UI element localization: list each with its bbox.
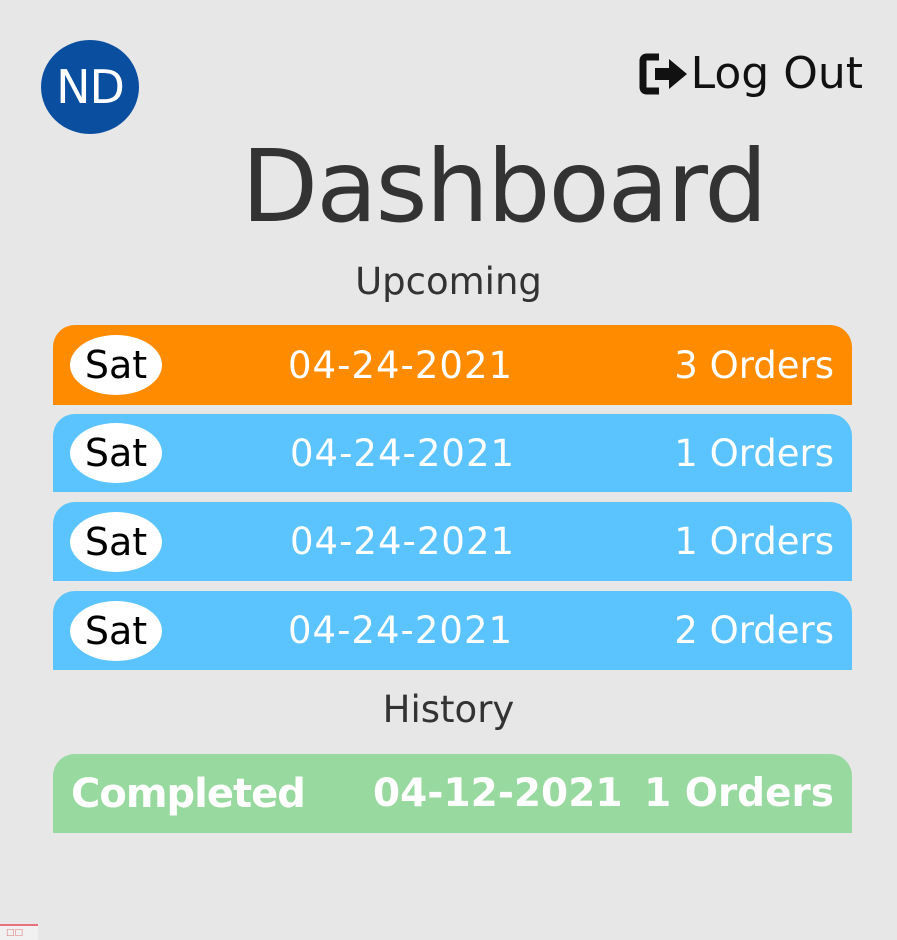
broken-image-icon: □□ <box>0 924 38 940</box>
dashboard-page: ND Log Out Dashboard Upcoming Sat 04-24-… <box>0 0 897 940</box>
avatar-initials: ND <box>56 60 125 114</box>
upcoming-order-row[interactable]: Sat 04-24-2021 2 Orders <box>53 591 852 670</box>
avatar[interactable]: ND <box>41 40 139 134</box>
upcoming-order-row[interactable]: Sat 04-24-2021 1 Orders <box>53 414 852 492</box>
order-date: 04-24-2021 <box>290 520 516 563</box>
history-order-row[interactable]: Completed 04-12-2021 1 Orders <box>53 754 852 833</box>
logout-button[interactable]: Log Out <box>639 48 863 99</box>
sign-out-icon <box>639 53 687 94</box>
order-count: 1 Orders <box>644 771 834 816</box>
order-count: 2 Orders <box>674 609 834 652</box>
day-badge: Sat <box>70 600 162 661</box>
logout-label: Log Out <box>690 48 863 99</box>
day-badge: Sat <box>70 423 162 483</box>
history-heading: History <box>382 688 515 731</box>
order-date: 04-24-2021 <box>288 343 514 387</box>
order-count: 1 Orders <box>674 431 834 475</box>
order-count: 3 Orders <box>674 343 834 387</box>
upcoming-heading: Upcoming <box>355 260 542 303</box>
upcoming-order-row[interactable]: Sat 04-24-2021 1 Orders <box>53 502 852 581</box>
order-status: Completed <box>71 770 306 817</box>
order-date: 04-24-2021 <box>290 431 516 475</box>
day-badge: Sat <box>70 511 162 572</box>
order-date: 04-24-2021 <box>288 609 514 652</box>
page-title: Dashboard <box>241 128 768 245</box>
order-count: 1 Orders <box>674 520 834 563</box>
day-badge: Sat <box>70 335 162 395</box>
order-date: 04-12-2021 <box>373 771 623 816</box>
upcoming-order-row[interactable]: Sat 04-24-2021 3 Orders <box>53 325 852 405</box>
